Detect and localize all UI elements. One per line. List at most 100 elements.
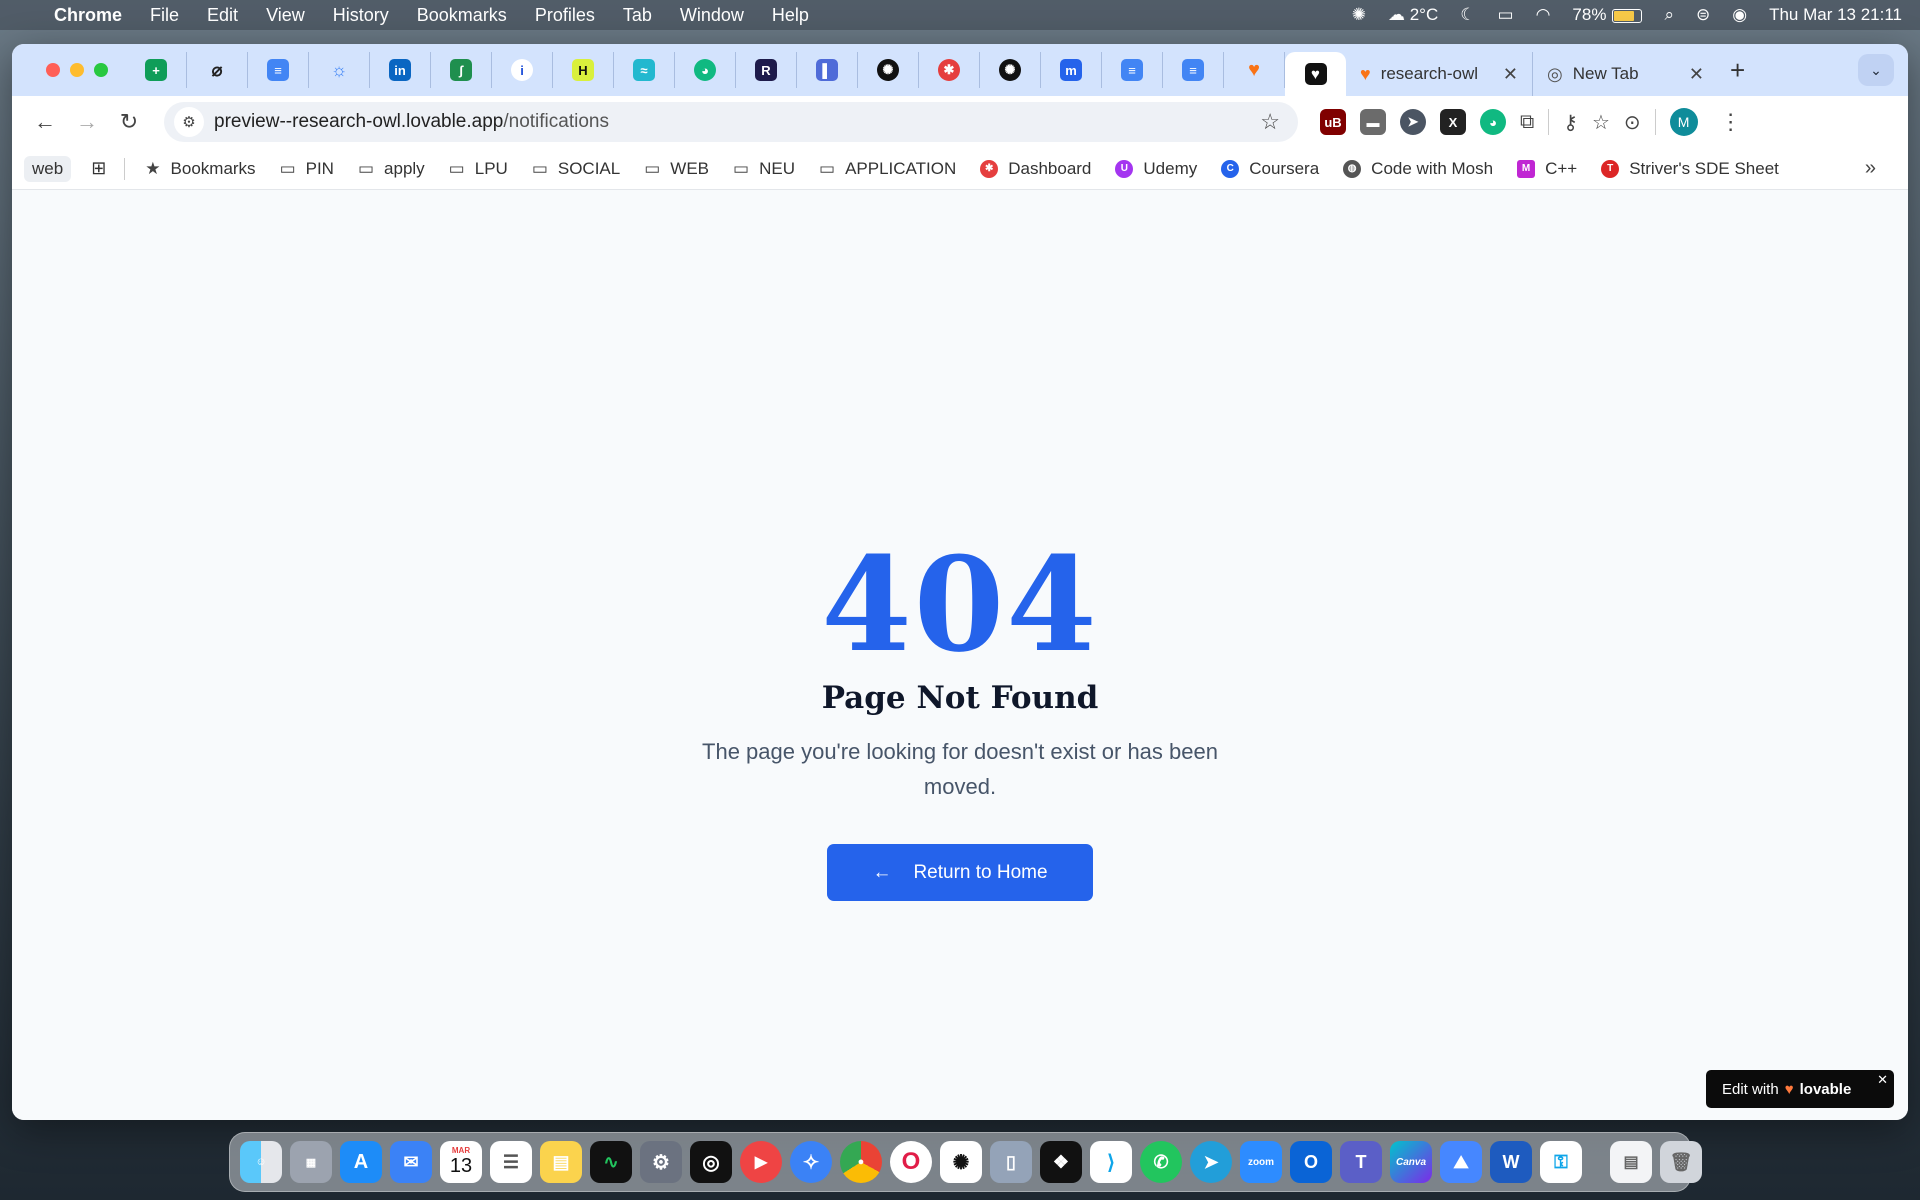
settings-icon[interactable]: ⚙ bbox=[640, 1141, 682, 1183]
opera-icon[interactable]: O bbox=[890, 1141, 932, 1183]
tab-new-tab[interactable]: ◎ New Tab ✕ bbox=[1532, 52, 1718, 96]
bookmark-star-icon[interactable]: ☆ bbox=[1260, 109, 1280, 135]
menu-file[interactable]: File bbox=[150, 5, 179, 26]
bookmark-striver[interactable]: T Striver's SDE Sheet bbox=[1601, 159, 1779, 179]
edit-with-lovable-badge[interactable]: Edit with ♥ lovable ✕ bbox=[1706, 1070, 1894, 1108]
forward-button[interactable]: → bbox=[66, 101, 108, 143]
close-tab-icon[interactable]: ✕ bbox=[1689, 64, 1704, 85]
chatgpt-menubar-icon[interactable]: ✺ bbox=[1352, 5, 1366, 25]
bookmark-dashboard[interactable]: ✱ Dashboard bbox=[980, 159, 1091, 179]
vscode-icon[interactable]: ⟩ bbox=[1090, 1141, 1132, 1183]
figma-icon[interactable]: ❖ bbox=[1040, 1141, 1082, 1183]
pinned-tab-docs-3[interactable]: ≡ bbox=[1163, 52, 1224, 88]
reminders-icon[interactable]: ☰ bbox=[490, 1141, 532, 1183]
close-tab-icon[interactable]: ✕ bbox=[1503, 64, 1518, 85]
youtube-music-icon[interactable]: ▶ bbox=[740, 1141, 782, 1183]
close-badge-icon[interactable]: ✕ bbox=[1877, 1072, 1888, 1088]
moon-icon[interactable]: ☾ bbox=[1460, 5, 1475, 25]
safari-icon[interactable]: ✧ bbox=[790, 1141, 832, 1183]
pinned-tab-book[interactable]: ▌ bbox=[797, 52, 858, 88]
menu-tab[interactable]: Tab bbox=[623, 5, 652, 26]
word-icon[interactable]: W bbox=[1490, 1141, 1532, 1183]
close-window-button[interactable] bbox=[46, 63, 60, 77]
pinned-tab-slash[interactable]: ⌀ bbox=[187, 52, 248, 88]
teams-icon[interactable]: T bbox=[1340, 1141, 1382, 1183]
trash-icon[interactable]: 🗑 bbox=[1660, 1141, 1702, 1183]
spotlight-search-icon[interactable]: ⌕ bbox=[1664, 5, 1674, 25]
bookmark-cpp[interactable]: M C++ bbox=[1517, 159, 1577, 179]
bookmark-udemy[interactable]: U Udemy bbox=[1115, 159, 1197, 179]
tab-search-button[interactable]: ⌄ bbox=[1858, 54, 1894, 86]
menu-history[interactable]: History bbox=[333, 5, 389, 26]
window-ext-icon[interactable]: ▬ bbox=[1360, 109, 1386, 135]
bookmarks-overflow-icon[interactable]: » bbox=[1865, 157, 1876, 180]
bookmark-folder-apply[interactable]: ▭ apply bbox=[358, 159, 425, 179]
profile-avatar[interactable]: M bbox=[1669, 108, 1698, 136]
bookmark-folder-application[interactable]: ▭ APPLICATION bbox=[819, 159, 956, 179]
pinned-tab-r-app[interactable]: R bbox=[736, 52, 797, 88]
focus-icon[interactable]: ◎ bbox=[690, 1141, 732, 1183]
bookmark-code-with-mosh[interactable]: ◍ Code with Mosh bbox=[1343, 159, 1493, 179]
ublock-icon[interactable]: uB bbox=[1320, 109, 1346, 135]
bookmark-folder-neu[interactable]: ▭ NEU bbox=[733, 159, 795, 179]
lens-capture-icon[interactable]: ⊙ bbox=[1624, 110, 1641, 135]
menu-window[interactable]: Window bbox=[680, 5, 744, 26]
pinned-tab-active[interactable]: ♥ bbox=[1285, 52, 1346, 96]
apps-grid-icon[interactable]: ⊞ bbox=[91, 158, 106, 179]
appstore-icon[interactable]: A bbox=[340, 1141, 382, 1183]
control-center-icon[interactable]: ⊜ bbox=[1696, 5, 1710, 25]
reload-button[interactable]: ↻ bbox=[108, 101, 150, 143]
canva-icon[interactable]: Canva bbox=[1390, 1141, 1432, 1183]
bookmark-folder-lpu[interactable]: ▭ LPU bbox=[449, 159, 508, 179]
keychain-icon[interactable]: ⚿ bbox=[1540, 1141, 1582, 1183]
iphone-mirroring-icon[interactable]: ▯ bbox=[990, 1141, 1032, 1183]
nordvpn-icon[interactable]: ⛰ bbox=[1440, 1141, 1482, 1183]
pinned-tab-info[interactable]: i bbox=[492, 52, 553, 88]
bookmark-folder-social[interactable]: ▭ SOCIAL bbox=[532, 159, 620, 179]
chatgpt-icon[interactable]: ✺ bbox=[940, 1141, 982, 1183]
chrome-icon[interactable]: ● bbox=[840, 1141, 882, 1183]
password-key-icon[interactable]: ⚷ bbox=[1563, 110, 1578, 135]
pinned-tab-docs-1[interactable]: ≡ bbox=[248, 52, 309, 88]
more-menu-icon[interactable]: ⋮ bbox=[1720, 109, 1742, 135]
menu-bookmarks[interactable]: Bookmarks bbox=[417, 5, 507, 26]
pinned-tab-openai-1[interactable]: ✺ bbox=[858, 52, 919, 88]
menu-profiles[interactable]: Profiles bbox=[535, 5, 595, 26]
address-bar[interactable]: ⚙ preview--research-owl.lovable.app/noti… bbox=[164, 102, 1298, 142]
menu-help[interactable]: Help bbox=[772, 5, 809, 26]
notes-icon[interactable]: ▤ bbox=[540, 1141, 582, 1183]
pinned-tab-green[interactable]: ʃ bbox=[431, 52, 492, 88]
outlook-icon[interactable]: O bbox=[1290, 1141, 1332, 1183]
pinned-tab-chatbot[interactable]: ◕ bbox=[675, 52, 736, 88]
calendar-icon[interactable]: MAR 13 bbox=[440, 1141, 482, 1183]
new-tab-button[interactable]: + bbox=[1730, 55, 1745, 86]
wifi-icon[interactable]: ◠ bbox=[1536, 5, 1551, 25]
cursor-ext-icon[interactable]: ➤ bbox=[1400, 109, 1426, 135]
menubar-clock[interactable]: Thu Mar 13 21:11 bbox=[1769, 5, 1902, 25]
whatsapp-icon[interactable]: ✆ bbox=[1140, 1141, 1182, 1183]
launchpad-icon[interactable]: ▦ bbox=[290, 1141, 332, 1183]
pinned-tab-hyper[interactable]: H bbox=[553, 52, 614, 88]
activity-monitor-icon[interactable]: ∿ bbox=[590, 1141, 632, 1183]
bookmark-coursera[interactable]: C Coursera bbox=[1221, 159, 1319, 179]
tab-research-owl[interactable]: ♥ research-owl ✕ bbox=[1346, 52, 1532, 96]
chatbot-ext-icon[interactable]: ◕ bbox=[1480, 109, 1506, 135]
pinned-tab-lovable[interactable]: ♥ bbox=[1224, 52, 1285, 88]
pinned-tab-stack[interactable]: ≈ bbox=[614, 52, 675, 88]
pinned-tab-docs-2[interactable]: ≡ bbox=[1102, 52, 1163, 88]
bookmark-web[interactable]: web bbox=[24, 155, 72, 182]
minimize-window-button[interactable] bbox=[70, 63, 84, 77]
telegram-icon[interactable]: ➤ bbox=[1190, 1141, 1232, 1183]
bookmark-bookmarks[interactable]: ★ Bookmarks bbox=[145, 159, 255, 179]
bookmark-folder-pin[interactable]: ▭ PIN bbox=[280, 159, 334, 179]
pinned-tab-linkedin[interactable]: in bbox=[370, 52, 431, 88]
x-ext-icon[interactable]: X bbox=[1440, 109, 1466, 135]
bookmark-folder-web[interactable]: ▭ WEB bbox=[644, 159, 709, 179]
battery-status[interactable]: 78% bbox=[1572, 5, 1643, 25]
weather-status[interactable]: ☁ 2°C bbox=[1388, 5, 1438, 25]
return-home-button[interactable]: ← Return to Home bbox=[827, 844, 1093, 901]
site-info-icon[interactable]: ⚙ bbox=[174, 107, 204, 137]
pinned-tab-sheets[interactable]: + bbox=[126, 52, 187, 88]
siri-icon[interactable]: ◉ bbox=[1732, 5, 1747, 25]
extensions-puzzle-icon[interactable]: ⧉ bbox=[1520, 111, 1534, 134]
